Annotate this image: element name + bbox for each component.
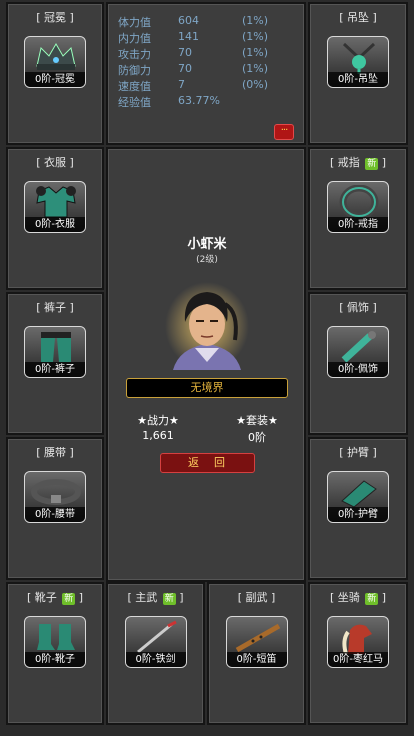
stat-name: 攻击力 — [118, 48, 151, 61]
stat-percent: (1%) — [242, 30, 269, 43]
equip-icon-mount[interactable]: 0阶-枣红马 — [327, 616, 389, 668]
slot-title: [ 裤子 ] — [36, 301, 74, 314]
stat-value: 141 — [178, 30, 199, 43]
slot-title: [ 腰带 ] — [36, 446, 74, 459]
stat-value: 604 — [178, 14, 199, 27]
slot-mount[interactable]: [ 坐骑 新 ] 0阶-枣红马 — [308, 582, 408, 725]
slot-title-text: [ 戒指 — [329, 156, 360, 169]
item-name: 0阶-佩饰 — [328, 362, 388, 377]
slot-title: [ 护臂 ] — [339, 446, 377, 459]
slot-clothes[interactable]: [ 衣服 ] 0阶-衣服 — [6, 147, 104, 290]
slot-sub-weapon[interactable]: [ 副武 ] 0阶-短笛 — [207, 582, 306, 725]
realm-bar: 无境界 — [126, 378, 288, 398]
slot-title-end: ] — [381, 591, 387, 604]
equip-icon-boots[interactable]: 0阶-靴子 — [24, 616, 86, 668]
slot-title: [ 冠冕 ] — [36, 11, 74, 24]
item-name: 0阶-靴子 — [25, 652, 85, 667]
stat-percent: (1%) — [242, 62, 269, 75]
stat-percent: (1%) — [242, 14, 269, 27]
new-badge: 新 — [62, 593, 76, 605]
slot-pants[interactable]: [ 裤子 ] 0阶-裤子 — [6, 292, 104, 435]
stats-panel: 体力值 604 (1%) 内力值 141 (1%) 攻击力 70 (1%) 防御… — [106, 2, 306, 145]
slot-title-text: [ 主武 — [127, 591, 158, 604]
combat-power-label: ★战力★ — [137, 414, 179, 427]
slot-title-end: ] — [381, 156, 387, 169]
equip-icon-belt[interactable]: 0阶-腰带 — [24, 471, 86, 523]
slot-title: [ 佩饰 ] — [339, 301, 377, 314]
slot-title: [ 主武 新 ] — [108, 589, 203, 605]
stat-name: 速度值 — [118, 80, 151, 93]
slot-crown[interactable]: [ 冠冕 ] 0阶-冠冕 — [6, 2, 104, 145]
stat-value: 70 — [178, 62, 192, 75]
slot-title-text: [ 靴子 — [26, 591, 57, 604]
item-name: 0阶-吊坠 — [328, 72, 388, 87]
equip-icon-clothes[interactable]: 0阶-衣服 — [24, 181, 86, 233]
stat-percent: (1%) — [242, 46, 269, 59]
slot-title-end: ] — [179, 591, 184, 604]
stat-value: 7 — [178, 78, 185, 91]
slot-title-end: ] — [78, 591, 84, 604]
item-name: 0阶-枣红马 — [328, 652, 388, 667]
stat-value: 70 — [178, 46, 192, 59]
slot-ornament[interactable]: [ 佩饰 ] 0阶-佩饰 — [308, 292, 408, 435]
equip-icon-ornament[interactable]: 0阶-佩饰 — [327, 326, 389, 378]
slot-title: [ 副武 ] — [237, 591, 276, 604]
slot-armguard[interactable]: [ 护臂 ] 0阶-护臂 — [308, 437, 408, 580]
slot-title: [ 坐骑 新 ] — [310, 589, 406, 605]
item-name: 0阶-铁剑 — [125, 652, 186, 667]
stat-name: 防御力 — [118, 64, 151, 77]
item-name: 0阶-裤子 — [25, 362, 85, 377]
combat-power-value: 1,661 — [142, 429, 174, 442]
item-name: 0阶-衣服 — [25, 217, 85, 232]
slot-title: [ 戒指 新 ] — [310, 154, 406, 170]
stat-name: 经验值 — [118, 96, 151, 109]
equip-icon-armguard[interactable]: 0阶-护臂 — [327, 471, 389, 523]
stat-value: 63.77% — [178, 94, 220, 107]
slot-main-weapon[interactable]: [ 主武 新 ] 0阶-铁剑 — [106, 582, 205, 725]
item-name: 0阶-腰带 — [25, 507, 85, 522]
equip-icon-crown[interactable]: 0阶-冠冕 — [24, 36, 86, 88]
equip-icon-pendant[interactable]: 0阶-吊坠 — [327, 36, 389, 88]
set-value: 0阶 — [248, 431, 266, 444]
back-button[interactable]: 返 回 — [160, 453, 255, 473]
slot-belt[interactable]: [ 腰带 ] 0阶-腰带 — [6, 437, 104, 580]
stat-percent: (0%) — [242, 78, 269, 91]
slot-pendant[interactable]: [ 吊坠 ] 0阶-吊坠 — [308, 2, 408, 145]
slot-boots[interactable]: [ 靴子 新 ] 0阶-靴子 — [6, 582, 104, 725]
item-name: 0阶-护臂 — [328, 507, 388, 522]
stat-name: 体力值 — [118, 16, 151, 29]
hero-portrait[interactable] — [165, 282, 249, 370]
equip-icon-main-weapon[interactable]: 0阶-铁剑 — [124, 616, 187, 668]
slot-title: [ 靴子 新 ] — [8, 589, 102, 605]
set-label: ★套装★ — [236, 414, 278, 427]
item-name: 0阶-冠冕 — [25, 72, 85, 87]
slot-title: [ 衣服 ] — [36, 156, 74, 169]
new-badge: 新 — [365, 158, 379, 170]
slot-title: [ 吊坠 ] — [339, 11, 377, 24]
more-button[interactable]: ··· — [274, 124, 294, 140]
equip-icon-sub-weapon[interactable]: 0阶-短笛 — [225, 616, 288, 668]
slot-title-text: [ 坐骑 — [329, 591, 360, 604]
item-name: 0阶-短笛 — [226, 652, 287, 667]
new-badge: 新 — [365, 593, 379, 605]
equip-icon-pants[interactable]: 0阶-裤子 — [24, 326, 86, 378]
item-name: 0阶-戒指 — [328, 217, 388, 232]
equip-icon-ring[interactable]: 0阶-戒指 — [327, 181, 389, 233]
slot-ring[interactable]: [ 戒指 新 ] 0阶-戒指 — [308, 147, 408, 290]
stat-name: 内力值 — [118, 32, 151, 45]
new-badge: 新 — [162, 593, 176, 605]
